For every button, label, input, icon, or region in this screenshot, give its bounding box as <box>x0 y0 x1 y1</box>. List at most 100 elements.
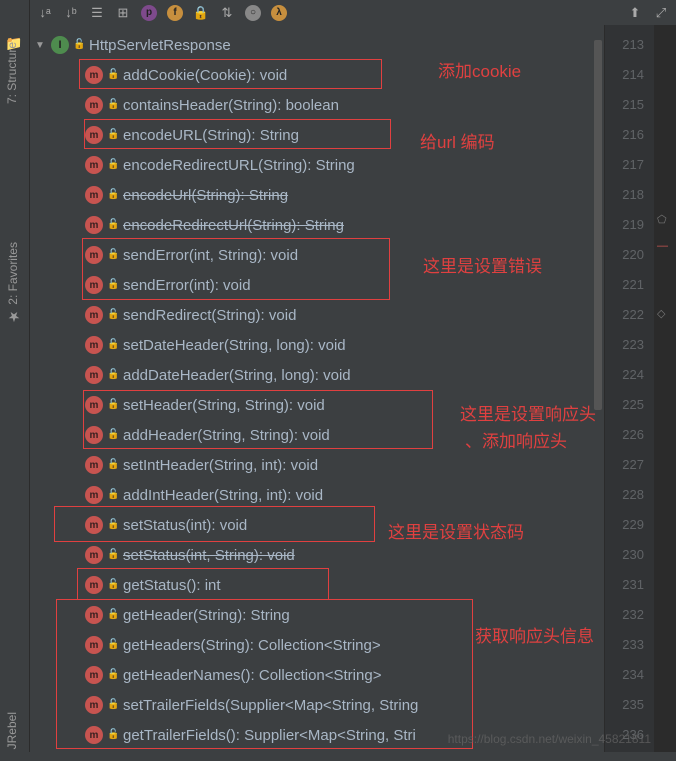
unlock-icon: 🔓 <box>107 309 119 321</box>
method-item[interactable]: m🔓encodeUrl(String): String <box>30 180 604 210</box>
lock-icon: 🔓 <box>73 39 85 51</box>
method-item[interactable]: m🔓addCookie(Cookie): void <box>30 60 604 90</box>
method-signature: setIntHeader(String, int): void <box>123 457 318 474</box>
tab-favorites[interactable]: ★ 2: Favorites <box>0 230 26 336</box>
tree-root-item[interactable]: ▼ I 🔓 HttpServletResponse <box>30 30 604 60</box>
method-item[interactable]: m🔓encodeRedirectUrl(String): String <box>30 210 604 240</box>
method-signature: sendError(int, String): void <box>123 247 298 264</box>
interface-icon: I <box>51 36 69 54</box>
method-item[interactable]: m🔓addDateHeader(String, long): void <box>30 360 604 390</box>
unlock-icon: 🔓 <box>107 129 119 141</box>
method-item[interactable]: m 🔓 setDateHeader(String, long): void <box>30 330 604 360</box>
method-signature: containsHeader(String): boolean <box>123 97 339 114</box>
tree-root: ▼ I 🔓 HttpServletResponse m🔓addCookie(Co… <box>30 25 604 752</box>
unlock-icon: 🔓 <box>107 429 119 441</box>
method-item[interactable]: m🔓sendError(int): void <box>30 270 604 300</box>
chevron-down-icon[interactable]: ▼ <box>35 40 47 51</box>
method-icon: m <box>85 66 103 84</box>
method-item[interactable]: m🔓getHeader(String): String <box>30 600 604 630</box>
method-signature: addIntHeader(String, int): void <box>123 487 323 504</box>
circle-icon[interactable]: ○ <box>243 3 263 23</box>
bookmark-marker[interactable]: ⬠ <box>657 213 671 226</box>
method-signature: encodeURL(String): String <box>123 127 299 144</box>
line-number: 222 <box>605 300 654 330</box>
error-marker[interactable]: — <box>657 240 671 252</box>
sort2-icon[interactable]: ↓ᵇ <box>61 3 81 23</box>
sort3-icon[interactable]: ⇅ <box>217 3 237 23</box>
f-icon[interactable]: f <box>165 3 185 23</box>
method-signature: setDateHeader(String, long): void <box>123 337 346 354</box>
method-icon: m <box>85 366 103 384</box>
method-item[interactable]: m🔓getHeaderNames(): Collection<String> <box>30 660 604 690</box>
method-item[interactable]: m🔓containsHeader(String): boolean <box>30 90 604 120</box>
tool-window-tabs: 📁 7: Structure ★ 2: Favorites JRebel <box>0 0 30 752</box>
unlock-icon: 🔓 <box>107 549 119 561</box>
unlock-icon: 🔓 <box>107 609 119 621</box>
lambda-icon[interactable]: λ <box>269 3 289 23</box>
line-number: 215 <box>605 90 654 120</box>
expand-icon[interactable]: ⊞ <box>113 3 133 23</box>
method-item[interactable]: m🔓setIntHeader(String, int): void <box>30 450 604 480</box>
method-item[interactable]: m🔓setTrailerFields(Supplier<Map<String, … <box>30 690 604 720</box>
unlock-icon: 🔓 <box>107 399 119 411</box>
line-number: 232 <box>605 600 654 630</box>
method-signature: addHeader(String, String): void <box>123 427 330 444</box>
unlock-icon: 🔓 <box>107 489 119 501</box>
unlock-icon: 🔓 <box>107 99 119 111</box>
method-icon: m <box>85 606 103 624</box>
line-number: 233 <box>605 630 654 660</box>
fold-marker[interactable]: ◇ <box>657 307 671 320</box>
line-number: 218 <box>605 180 654 210</box>
line-number: 225 <box>605 390 654 420</box>
scrollbar-thumb[interactable] <box>594 40 602 410</box>
line-number: 231 <box>605 570 654 600</box>
method-icon: m <box>85 636 103 654</box>
method-icon: m <box>85 126 103 144</box>
method-signature: encodeRedirectURL(String): String <box>123 157 355 174</box>
method-item[interactable]: m🔓getStatus(): int <box>30 570 604 600</box>
editor-marker-strip: ⬠ — ◇ <box>654 25 676 752</box>
method-icon: m <box>85 546 103 564</box>
method-icon: m <box>85 156 103 174</box>
tab-structure[interactable]: 7: Structure <box>0 30 24 116</box>
method-signature: addCookie(Cookie): void <box>123 67 287 84</box>
method-item[interactable]: m 🔓 sendError(int, String): void <box>30 240 604 270</box>
lock-icon[interactable]: 🔒 <box>191 3 211 23</box>
method-icon: m <box>85 456 103 474</box>
method-item[interactable]: m 🔓 addIntHeader(String, int): void <box>30 480 604 510</box>
method-item[interactable]: m 🔓 encodeURL(String): String <box>30 120 604 150</box>
method-item[interactable]: m 🔓 setStatus(int): void <box>30 510 604 540</box>
collapse-icon[interactable]: ⤢ <box>651 3 671 23</box>
star-icon: ★ <box>5 308 21 324</box>
line-number: 226 <box>605 420 654 450</box>
unlock-icon: 🔓 <box>107 279 119 291</box>
method-item[interactable]: m🔓setHeader(String, String): void <box>30 390 604 420</box>
method-signature: setStatus(int): void <box>123 517 247 534</box>
filter-icon[interactable]: ☰ <box>87 3 107 23</box>
unlock-icon: 🔓 <box>107 369 119 381</box>
method-item[interactable]: m🔓addHeader(String, String): void <box>30 420 604 450</box>
method-icon: m <box>85 516 103 534</box>
method-icon: m <box>85 576 103 594</box>
sort-icon[interactable]: ↓ᵃ <box>35 3 55 23</box>
method-signature: encodeRedirectUrl(String): String <box>123 217 344 234</box>
method-signature: getStatus(): int <box>123 577 221 594</box>
method-icon: m <box>85 486 103 504</box>
method-item[interactable]: m🔓setStatus(int, String): void <box>30 540 604 570</box>
line-number: 224 <box>605 360 654 390</box>
unlock-icon: 🔓 <box>107 519 119 531</box>
method-item[interactable]: m🔓getHeaders(String): Collection<String> <box>30 630 604 660</box>
method-icon: m <box>85 246 103 264</box>
method-icon: m <box>85 666 103 684</box>
pin-icon[interactable]: ⬆ <box>625 3 645 23</box>
line-number: 230 <box>605 540 654 570</box>
method-signature: getTrailerFields(): Supplier<Map<String,… <box>123 727 416 744</box>
main-area: ▼ I 🔓 HttpServletResponse m🔓addCookie(Co… <box>30 25 676 752</box>
unlock-icon: 🔓 <box>107 249 119 261</box>
method-item[interactable]: m🔓encodeRedirectURL(String): String <box>30 150 604 180</box>
unlock-icon: 🔓 <box>107 339 119 351</box>
method-signature: setHeader(String, String): void <box>123 397 325 414</box>
method-item[interactable]: m🔓sendRedirect(String): void <box>30 300 604 330</box>
method-icon: m <box>85 336 103 354</box>
p-icon[interactable]: p <box>139 3 159 23</box>
